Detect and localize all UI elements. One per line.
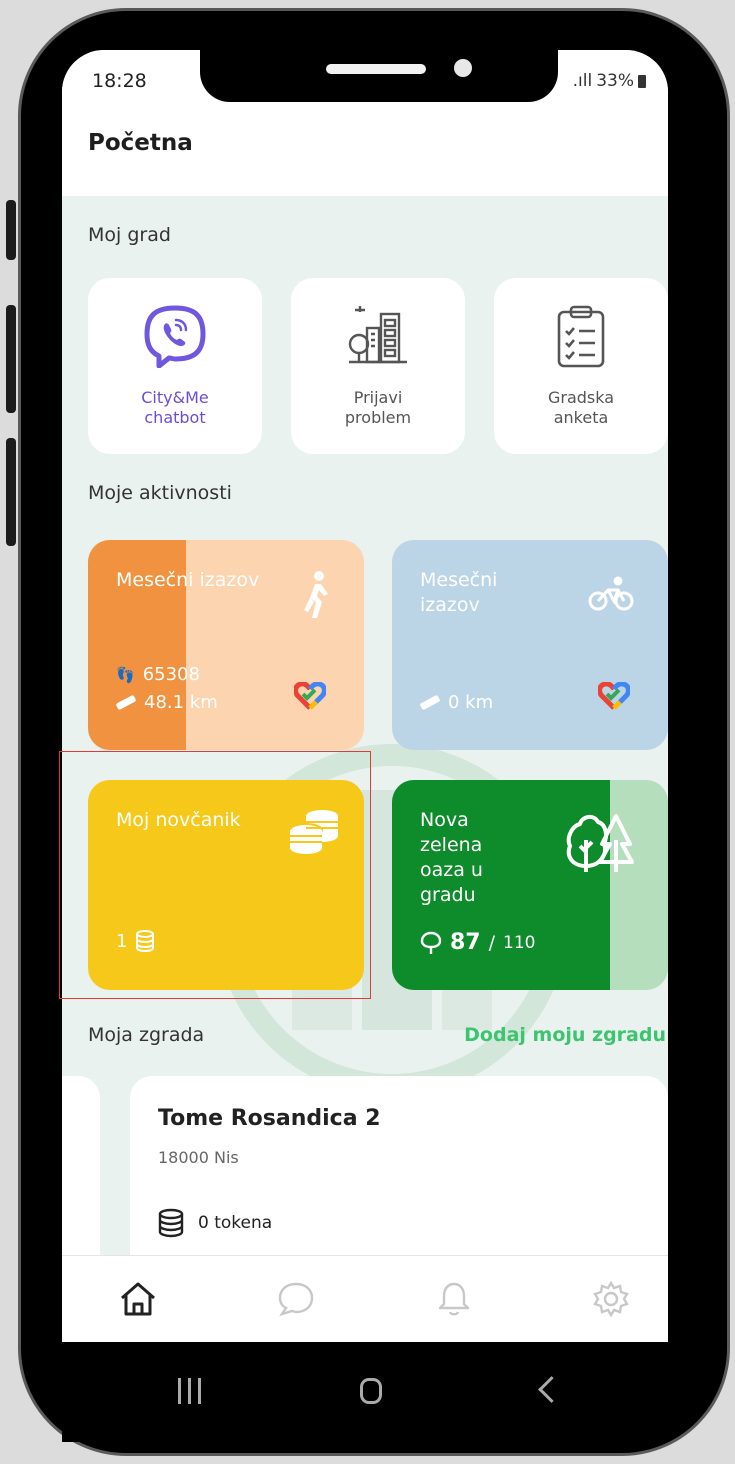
back-button[interactable] — [538, 1376, 565, 1403]
city-buildings-icon — [348, 306, 407, 364]
oasis-title-line2: zelena — [420, 834, 483, 856]
green-oasis-card[interactable]: Nova zelena oaza u gradu 87 / 110 — [392, 780, 668, 990]
settings-icon — [593, 1280, 629, 1318]
tab-chat[interactable] — [276, 1280, 316, 1322]
camera-notch — [200, 50, 558, 102]
volume-down-button — [6, 438, 16, 546]
oasis-title-line1: Nova — [420, 809, 469, 831]
bell-icon — [438, 1282, 470, 1316]
tile-chatbot-line2: chatbot — [144, 408, 206, 427]
oasis-card-title: Nova zelena oaza u gradu — [420, 808, 483, 908]
oasis-progress: 87 / 110 — [420, 930, 535, 955]
tree-icon — [420, 931, 442, 954]
app-header: Početna — [62, 130, 668, 196]
tile-city-survey[interactable]: Gradska anketa — [494, 278, 668, 454]
bike-distance: 0 km — [419, 692, 494, 713]
battery-icon — [638, 74, 646, 88]
footsteps-icon: 👣 — [116, 665, 135, 684]
clipboard-checklist-icon — [557, 305, 605, 368]
section-my-activities: Moje aktivnosti — [88, 482, 232, 504]
ruler-icon — [115, 694, 137, 711]
tab-home[interactable] — [118, 1280, 158, 1322]
battery-level: 33% — [596, 71, 634, 91]
tile-city-survey-label: Gradska anketa — [494, 388, 668, 428]
tile-report-line1: Prijavi — [353, 388, 403, 407]
oasis-title-line3: oaza u — [420, 859, 483, 881]
tile-chatbot-line1: City&Me — [141, 388, 209, 407]
building-card[interactable]: Tome Rosandica 2 18000 Nis 0 tokena — [130, 1076, 668, 1276]
bike-card-title: Mesečni izazov — [420, 568, 497, 618]
google-fit-heart-icon — [598, 682, 630, 710]
tab-settings[interactable] — [592, 1280, 630, 1322]
section-my-building: Moja zgrada — [88, 1024, 205, 1046]
oasis-title-line4: gradu — [420, 884, 476, 906]
add-building-link[interactable]: Dodaj moju zgradu — [464, 1024, 666, 1046]
signal-icon: .ıll — [572, 71, 593, 91]
bike-challenge-card[interactable]: Mesečni izazov 0 km — [392, 540, 668, 750]
bike-title-line1: Mesečni — [420, 569, 498, 591]
oasis-separator: / — [488, 931, 496, 954]
ruler-icon — [419, 694, 441, 711]
walk-card-title: Mesečni izazov — [116, 569, 260, 591]
walk-steps-value: 65308 — [142, 664, 200, 685]
wallet-highlight-box — [59, 751, 371, 999]
status-icons: .ıll 33% — [573, 71, 646, 91]
walking-person-icon — [304, 571, 328, 618]
home-icon — [121, 1282, 155, 1316]
section-my-city: Moj grad — [88, 224, 171, 246]
side-button-top — [6, 200, 16, 260]
token-stack-icon — [158, 1208, 184, 1238]
tile-survey-line2: anketa — [553, 408, 609, 427]
tile-report-problem-label: Prijavi problem — [291, 388, 465, 428]
volume-up-button — [6, 305, 16, 413]
front-camera — [454, 59, 472, 77]
bike-title-line2: izazov — [420, 594, 480, 616]
recent-apps-button[interactable] — [178, 1378, 201, 1404]
earpiece — [326, 64, 426, 74]
building-tokens-value: 0 tokena — [198, 1213, 273, 1233]
walk-steps: 👣 65308 — [116, 664, 200, 685]
tile-chatbot-label: City&Me chatbot — [88, 388, 262, 428]
home-button[interactable] — [360, 1378, 382, 1404]
viber-chat-icon — [144, 305, 206, 368]
building-tokens: 0 tokena — [158, 1208, 272, 1238]
walk-distance-value: 48.1 km — [144, 692, 218, 713]
status-bar: 18:28 .ıll 33% — [62, 50, 668, 130]
bottom-tab-bar — [62, 1255, 668, 1342]
app-screen: 18:28 .ıll 33% Početna Moj grad City&Me … — [62, 50, 668, 1342]
tile-report-problem[interactable]: Prijavi problem — [291, 278, 465, 454]
bicycle-icon — [588, 576, 634, 611]
building-address: 18000 Nis — [158, 1148, 239, 1167]
previous-building-card[interactable] — [62, 1076, 100, 1276]
walk-challenge-card[interactable]: Mesečni izazov 👣 65308 48.1 km — [88, 540, 364, 750]
building-name: Tome Rosandica 2 — [158, 1106, 381, 1131]
page-title: Početna — [88, 130, 193, 156]
trees-icon — [566, 814, 634, 872]
status-time: 18:28 — [92, 70, 147, 92]
tab-notifications[interactable] — [436, 1280, 472, 1322]
chat-icon — [278, 1282, 314, 1317]
oasis-target: 110 — [503, 932, 536, 953]
tile-survey-line1: Gradska — [547, 388, 615, 407]
google-fit-heart-icon — [294, 682, 326, 710]
walk-distance: 48.1 km — [115, 692, 218, 713]
system-nav-bar — [62, 1342, 668, 1442]
tile-report-line2: problem — [344, 408, 412, 427]
tile-chatbot[interactable]: City&Me chatbot — [88, 278, 262, 454]
bike-distance-value: 0 km — [448, 692, 494, 713]
oasis-current: 87 — [450, 930, 481, 955]
